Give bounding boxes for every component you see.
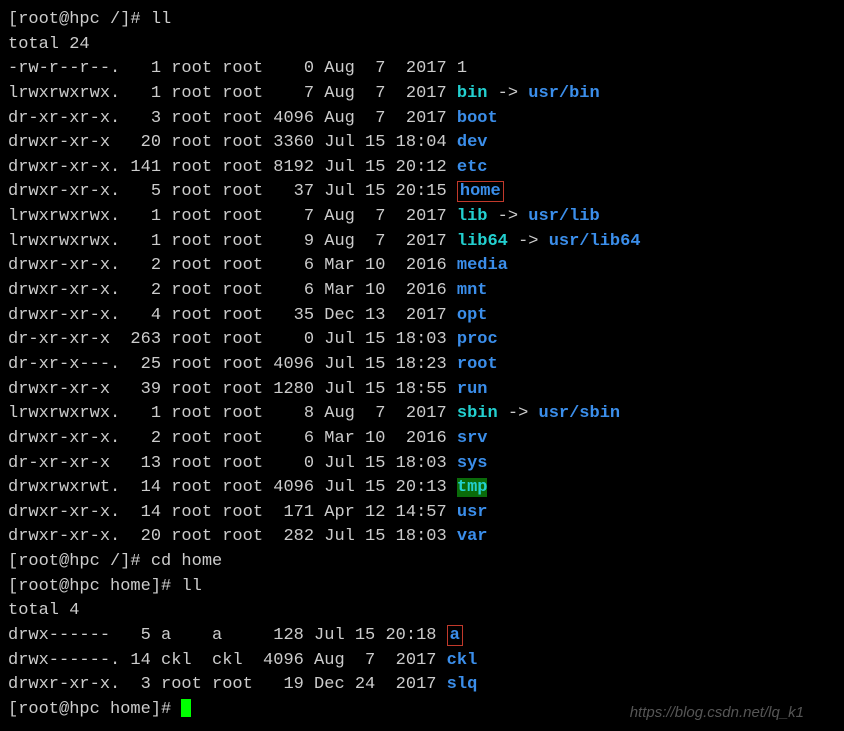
file-name: bin — [457, 84, 488, 103]
file-name: opt — [457, 306, 488, 325]
shell-prompt: [root@hpc /]# — [8, 552, 151, 571]
ls-row: dr-xr-x---. 25 root root 4096 Jul 15 18:… — [8, 353, 836, 378]
file-name: lib64 — [457, 232, 508, 251]
shell-prompt: [root@hpc /]# — [8, 10, 151, 29]
symlink-target: usr/lib64 — [549, 232, 641, 251]
ls-row: drwxr-xr-x 39 root root 1280 Jul 15 18:5… — [8, 378, 836, 403]
symlink-arrow: -> — [508, 232, 549, 251]
file-name: dev — [457, 133, 488, 152]
ls-row: drwxr-xr-x. 14 root root 171 Apr 12 14:5… — [8, 501, 836, 526]
file-name: run — [457, 380, 488, 399]
prompt-line[interactable]: [root@hpc home]# ll — [8, 575, 836, 600]
terminal-output: [root@hpc /]# lltotal 24-rw-r--r--. 1 ro… — [8, 8, 836, 723]
file-name: media — [457, 256, 508, 275]
ls-row: drwxr-xr-x. 5 root root 37 Jul 15 20:15 … — [8, 180, 836, 205]
file-name: etc — [457, 158, 488, 177]
file-name: srv — [457, 429, 488, 448]
ls-row: drwxr-xr-x. 141 root root 8192 Jul 15 20… — [8, 156, 836, 181]
file-name: a — [450, 626, 460, 645]
symlink-arrow: -> — [487, 84, 528, 103]
ls-row: drwxr-xr-x. 20 root root 282 Jul 15 18:0… — [8, 525, 836, 550]
file-name: slq — [447, 675, 478, 694]
ls-row: drwxr-xr-x 20 root root 3360 Jul 15 18:0… — [8, 131, 836, 156]
highlighted-entry: a — [447, 625, 463, 646]
file-name: ckl — [447, 651, 478, 670]
command-text: ll — [181, 577, 201, 596]
shell-prompt: [root@hpc home]# — [8, 700, 181, 719]
file-name: proc — [457, 330, 498, 349]
ls-row: drwx------ 5 a a 128 Jul 15 20:18 a — [8, 624, 836, 649]
file-name: sbin — [457, 404, 498, 423]
ls-row: dr-xr-xr-x 263 root root 0 Jul 15 18:03 … — [8, 328, 836, 353]
total-line: total 4 — [8, 599, 836, 624]
watermark-text: https://blog.csdn.net/lq_k1 — [630, 702, 804, 724]
ls-row: drwxr-xr-x. 4 root root 35 Dec 13 2017 o… — [8, 304, 836, 329]
ls-row: drwx------. 14 ckl ckl 4096 Aug 7 2017 c… — [8, 649, 836, 674]
ls-row: lrwxrwxrwx. 1 root root 7 Aug 7 2017 lib… — [8, 205, 836, 230]
file-name: home — [460, 182, 501, 201]
symlink-target: usr/bin — [528, 84, 599, 103]
prompt-line[interactable]: [root@hpc /]# ll — [8, 8, 836, 33]
symlink-arrow: -> — [498, 404, 539, 423]
file-name: tmp — [457, 478, 488, 497]
ls-row: dr-xr-xr-x. 3 root root 4096 Aug 7 2017 … — [8, 107, 836, 132]
prompt-line[interactable]: [root@hpc /]# cd home — [8, 550, 836, 575]
ls-row: drwxr-xr-x. 2 root root 6 Mar 10 2016 me… — [8, 254, 836, 279]
ls-row: lrwxrwxrwx. 1 root root 7 Aug 7 2017 bin… — [8, 82, 836, 107]
ls-row: lrwxrwxrwx. 1 root root 9 Aug 7 2017 lib… — [8, 230, 836, 255]
file-name: usr — [457, 503, 488, 522]
file-name: root — [457, 355, 498, 374]
command-text: cd home — [151, 552, 222, 571]
cursor-icon — [181, 699, 191, 717]
ls-row: drwxr-xr-x. 2 root root 6 Mar 10 2016 mn… — [8, 279, 836, 304]
symlink-target: usr/lib — [528, 207, 599, 226]
file-name: var — [457, 527, 488, 546]
shell-prompt: [root@hpc home]# — [8, 577, 181, 596]
symlink-arrow: -> — [487, 207, 528, 226]
ls-row: drwxrwxrwt. 14 root root 4096 Jul 15 20:… — [8, 476, 836, 501]
total-line: total 24 — [8, 33, 836, 58]
command-text: ll — [151, 10, 171, 29]
ls-row: lrwxrwxrwx. 1 root root 8 Aug 7 2017 sbi… — [8, 402, 836, 427]
ls-row: dr-xr-xr-x 13 root root 0 Jul 15 18:03 s… — [8, 452, 836, 477]
highlighted-entry: home — [457, 181, 504, 202]
symlink-target: usr/sbin — [539, 404, 621, 423]
file-name: mnt — [457, 281, 488, 300]
ls-row: drwxr-xr-x. 3 root root 19 Dec 24 2017 s… — [8, 673, 836, 698]
ls-row: drwxr-xr-x. 2 root root 6 Mar 10 2016 sr… — [8, 427, 836, 452]
file-name: 1 — [457, 59, 467, 78]
ls-row: -rw-r--r--. 1 root root 0 Aug 7 2017 1 — [8, 57, 836, 82]
file-name: boot — [457, 109, 498, 128]
file-name: sys — [457, 454, 488, 473]
file-name: lib — [457, 207, 488, 226]
